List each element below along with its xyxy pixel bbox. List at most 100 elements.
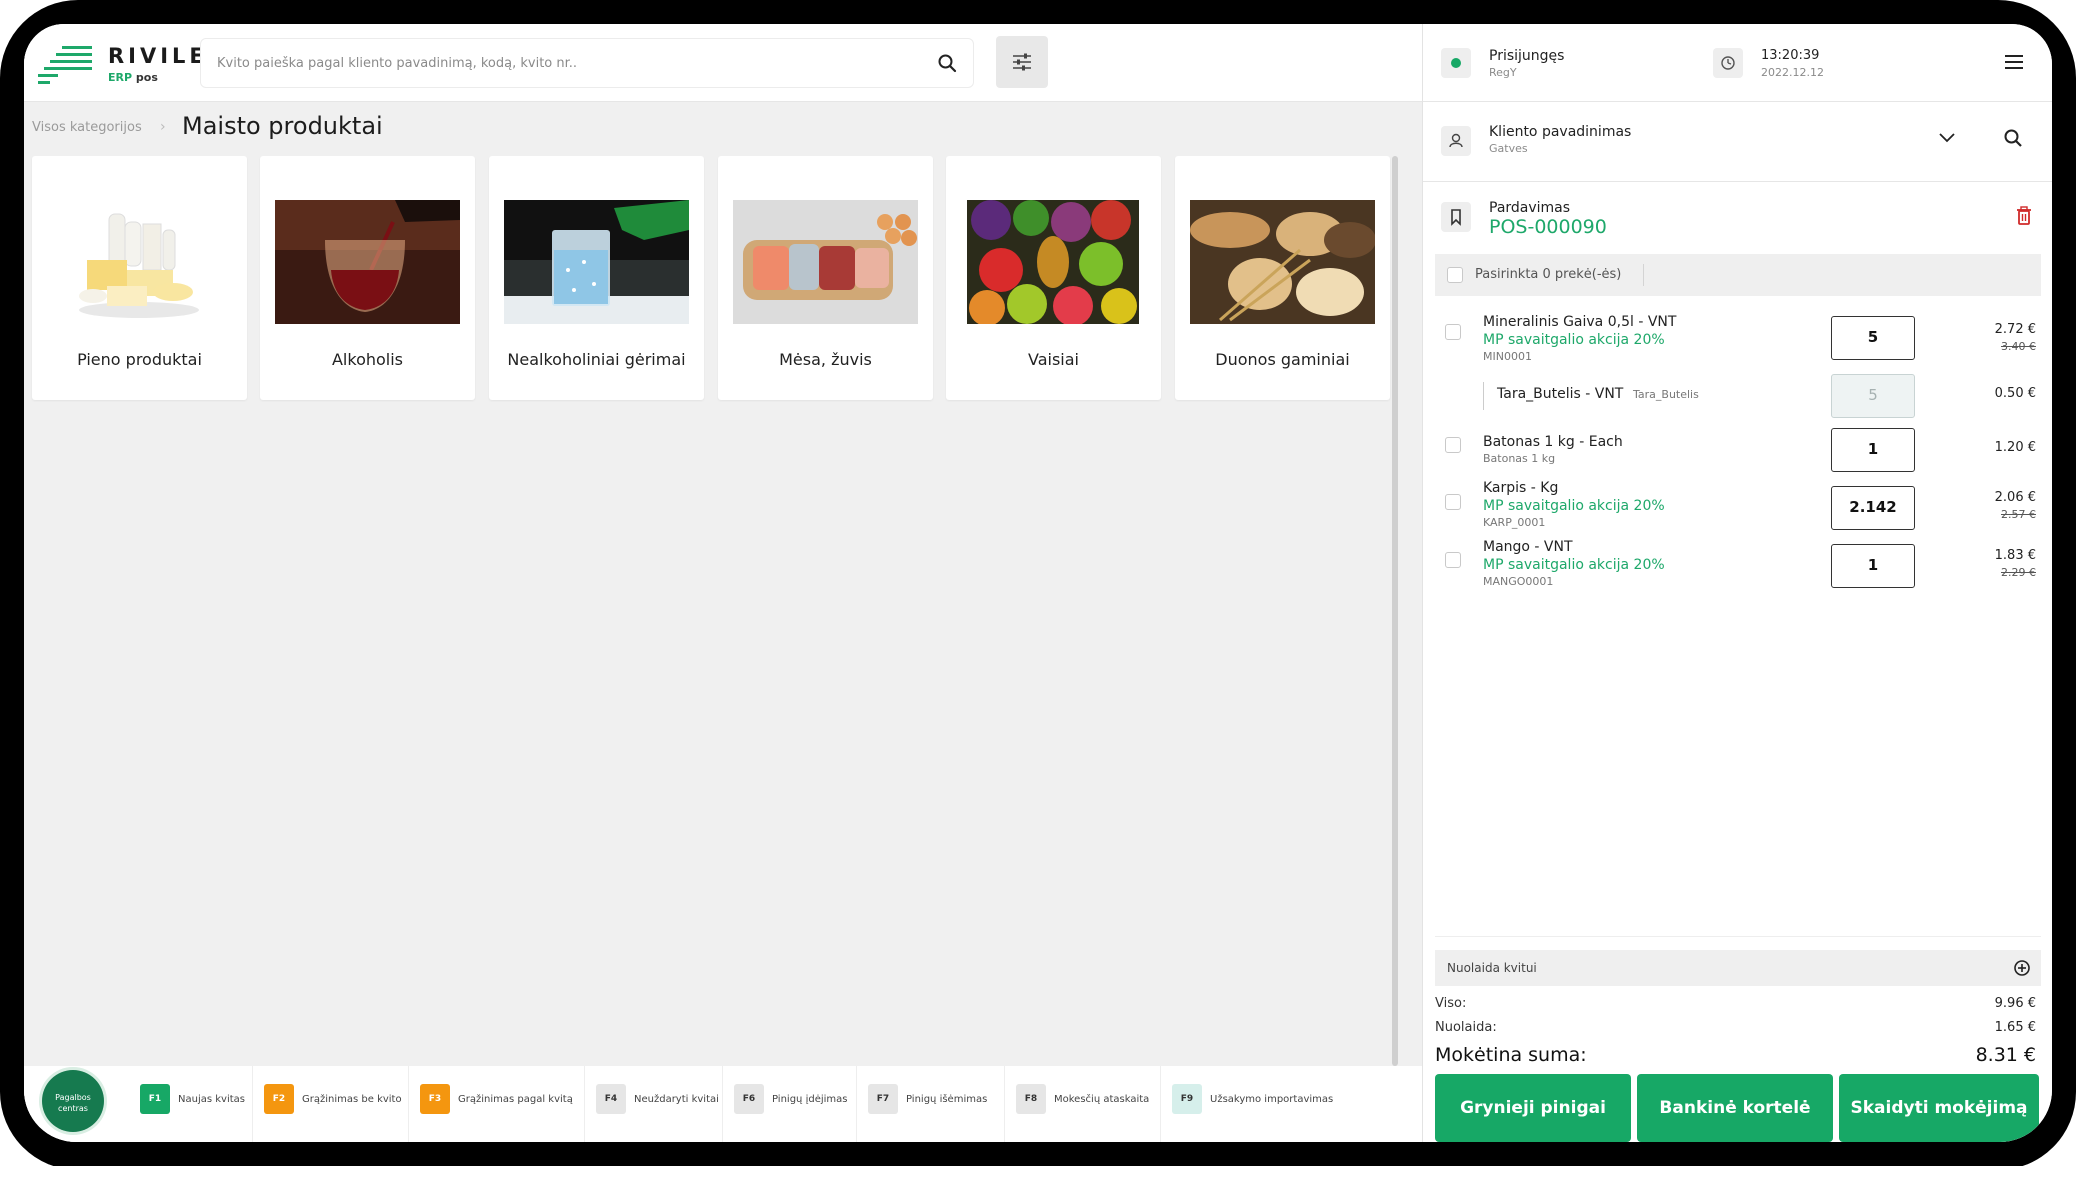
divider bbox=[1160, 1066, 1161, 1142]
category-card-alcohol[interactable]: Alkoholis bbox=[260, 156, 475, 400]
item-promo: MP savaitgalio akcija 20% bbox=[1483, 498, 1665, 514]
category-label: Vaisiai bbox=[1028, 350, 1079, 369]
screen: RIVILE ERP pos Kvito paieška pagal klien… bbox=[24, 24, 2052, 1142]
rivile-logo[interactable]: RIVILE ERP pos bbox=[38, 40, 204, 88]
amount-due-value: 8.31 € bbox=[1975, 1044, 2036, 1066]
discount-total-value: 1.65 € bbox=[1994, 1020, 2036, 1035]
client-address: Gatves bbox=[1489, 142, 1528, 155]
subitem-indent-line bbox=[1483, 382, 1484, 410]
bookmark-icon bbox=[1441, 202, 1471, 232]
item-price: 0.50 € bbox=[1994, 386, 2036, 401]
item-price: 1.83 € bbox=[1994, 548, 2036, 563]
sliders-icon bbox=[1013, 53, 1031, 71]
f9-order-import-button[interactable]: F9 Užsakymo importavimas bbox=[1172, 1082, 1333, 1116]
receipt-search-input[interactable]: Kvito paieška pagal kliento pavadinimą, … bbox=[200, 38, 974, 88]
f2-return-no-receipt-button[interactable]: F2 Grąžinimas be kvito bbox=[264, 1082, 402, 1116]
client-selector[interactable]: Kliento pavadinimas Gatves bbox=[1423, 124, 2052, 182]
divider bbox=[1643, 264, 1644, 286]
f3-return-by-receipt-button[interactable]: F3 Grąžinimas pagal kvitą bbox=[420, 1082, 573, 1116]
breadcrumb-separator: › bbox=[160, 119, 166, 135]
category-label: Pieno produktai bbox=[77, 350, 202, 369]
sale-title: Pardavimas bbox=[1489, 200, 1571, 216]
item-price: 2.06 € bbox=[1994, 490, 2036, 505]
item-quantity-input[interactable]: 5 bbox=[1831, 316, 1915, 360]
item-quantity-input[interactable]: 1 bbox=[1831, 544, 1915, 588]
item-quantity-input[interactable]: 1 bbox=[1831, 428, 1915, 472]
filter-button[interactable] bbox=[996, 36, 1048, 88]
item-price: 1.20 € bbox=[1994, 440, 2036, 455]
current-date: 2022.12.12 bbox=[1761, 66, 1824, 79]
logo-sub: ERP pos bbox=[108, 71, 158, 84]
sale-header: Pardavimas POS-000090 bbox=[1423, 200, 2052, 250]
receipt-discount-field[interactable]: Nuolaida kvitui bbox=[1435, 950, 2041, 986]
select-all-checkbox[interactable] bbox=[1447, 267, 1463, 283]
add-circle-icon[interactable] bbox=[2013, 959, 2031, 977]
total-label: Viso: bbox=[1435, 996, 1467, 1011]
top-bar: RIVILE ERP pos Kvito paieška pagal klien… bbox=[24, 24, 1422, 102]
breadcrumb-root[interactable]: Visos kategorijos bbox=[32, 120, 142, 135]
item-code: KARP_0001 bbox=[1483, 516, 1546, 529]
divider bbox=[408, 1066, 409, 1142]
split-payment-button[interactable]: Skaidyti mokėjimą bbox=[1839, 1074, 2039, 1142]
selection-count: Pasirinkta 0 prekė(-ės) bbox=[1475, 267, 1622, 282]
chevron-down-icon[interactable] bbox=[1937, 130, 1957, 146]
item-code: Tara_Butelis bbox=[1633, 388, 1699, 401]
clock-icon bbox=[1713, 48, 1743, 78]
item-quantity-input[interactable]: 2.142 bbox=[1831, 486, 1915, 530]
item-code: MIN0001 bbox=[1483, 350, 1532, 363]
receipt-panel: Prisijungęs RegY 13:20:39 2022.12.12 Kli… bbox=[1422, 24, 2052, 1142]
category-card-dairy[interactable]: Pieno produktai bbox=[32, 156, 247, 400]
dairy-products-image bbox=[47, 200, 232, 324]
help-center-button[interactable]: Pagalbos centras bbox=[42, 1070, 104, 1132]
amount-due-label: Mokėtina suma: bbox=[1435, 1044, 1587, 1066]
divider bbox=[1004, 1066, 1005, 1142]
item-name: Mineralinis Gaiva 0,5l - VNT bbox=[1483, 314, 1677, 330]
search-icon[interactable] bbox=[937, 53, 957, 73]
item-checkbox[interactable] bbox=[1445, 494, 1461, 510]
category-label: Nealkoholiniai gėrimai bbox=[507, 350, 686, 369]
online-status-indicator bbox=[1441, 48, 1471, 78]
f7-cash-out-button[interactable]: F7 Pinigų išėmimas bbox=[868, 1082, 987, 1116]
divider bbox=[584, 1066, 585, 1142]
category-card-bread[interactable]: Duonos gaminiai bbox=[1175, 156, 1390, 400]
client-name: Kliento pavadinimas bbox=[1489, 124, 1632, 140]
category-label: Alkoholis bbox=[331, 350, 404, 369]
item-code: Batonas 1 kg bbox=[1483, 452, 1556, 465]
card-payment-button[interactable]: Bankinė kortelė bbox=[1637, 1074, 1833, 1142]
item-checkbox[interactable] bbox=[1445, 437, 1461, 453]
catalog-scrollbar[interactable] bbox=[1392, 156, 1398, 1066]
item-name: Mango - VNT bbox=[1483, 539, 1573, 555]
item-promo: MP savaitgalio akcija 20% bbox=[1483, 332, 1665, 348]
menu-icon[interactable] bbox=[2003, 52, 2025, 72]
item-checkbox[interactable] bbox=[1445, 324, 1461, 340]
item-checkbox[interactable] bbox=[1445, 552, 1461, 568]
category-card-meat-fish[interactable]: Mėsa, žuvis bbox=[718, 156, 933, 400]
page-bottom bbox=[0, 1166, 2076, 1200]
f4-open-receipts-button[interactable]: F4 Neuždaryti kvitai bbox=[596, 1082, 719, 1116]
trash-icon[interactable] bbox=[2015, 206, 2033, 226]
item-promo: MP savaitgalio akcija 20% bbox=[1483, 557, 1665, 573]
item-price: 2.72 € bbox=[1994, 322, 2036, 337]
f1-new-receipt-button[interactable]: F1 Naujas kvitas bbox=[140, 1082, 245, 1116]
item-old-price: 3.40 € bbox=[2001, 340, 2036, 353]
client-search-icon[interactable] bbox=[2003, 128, 2023, 148]
logo-name: RIVILE bbox=[108, 44, 208, 68]
bread-image bbox=[1190, 200, 1375, 324]
category-card-fruits[interactable]: Vaisiai bbox=[946, 156, 1161, 400]
item-code: MANGO0001 bbox=[1483, 575, 1554, 588]
category-card-drinks[interactable]: Nealkoholiniai gėrimai bbox=[489, 156, 704, 400]
divider bbox=[252, 1066, 253, 1142]
f6-cash-in-button[interactable]: F6 Pinigų įdėjimas bbox=[734, 1082, 847, 1116]
meat-fish-board-image bbox=[733, 200, 918, 324]
login-user: RegY bbox=[1489, 66, 1517, 79]
current-time: 13:20:39 bbox=[1761, 48, 1820, 63]
divider bbox=[1435, 936, 2041, 937]
cash-payment-button[interactable]: Grynieji pinigai bbox=[1435, 1074, 1631, 1142]
login-status-title: Prisijungęs bbox=[1489, 48, 1565, 64]
divider bbox=[722, 1066, 723, 1142]
wine-glass-image bbox=[275, 200, 460, 324]
discount-total-label: Nuolaida: bbox=[1435, 1020, 1497, 1035]
item-name: Tara_Butelis - VNT bbox=[1497, 386, 1624, 402]
selection-bar: Pasirinkta 0 prekė(-ės) bbox=[1435, 254, 2041, 296]
f8-tax-report-button[interactable]: F8 Mokesčių ataskaita bbox=[1016, 1082, 1149, 1116]
